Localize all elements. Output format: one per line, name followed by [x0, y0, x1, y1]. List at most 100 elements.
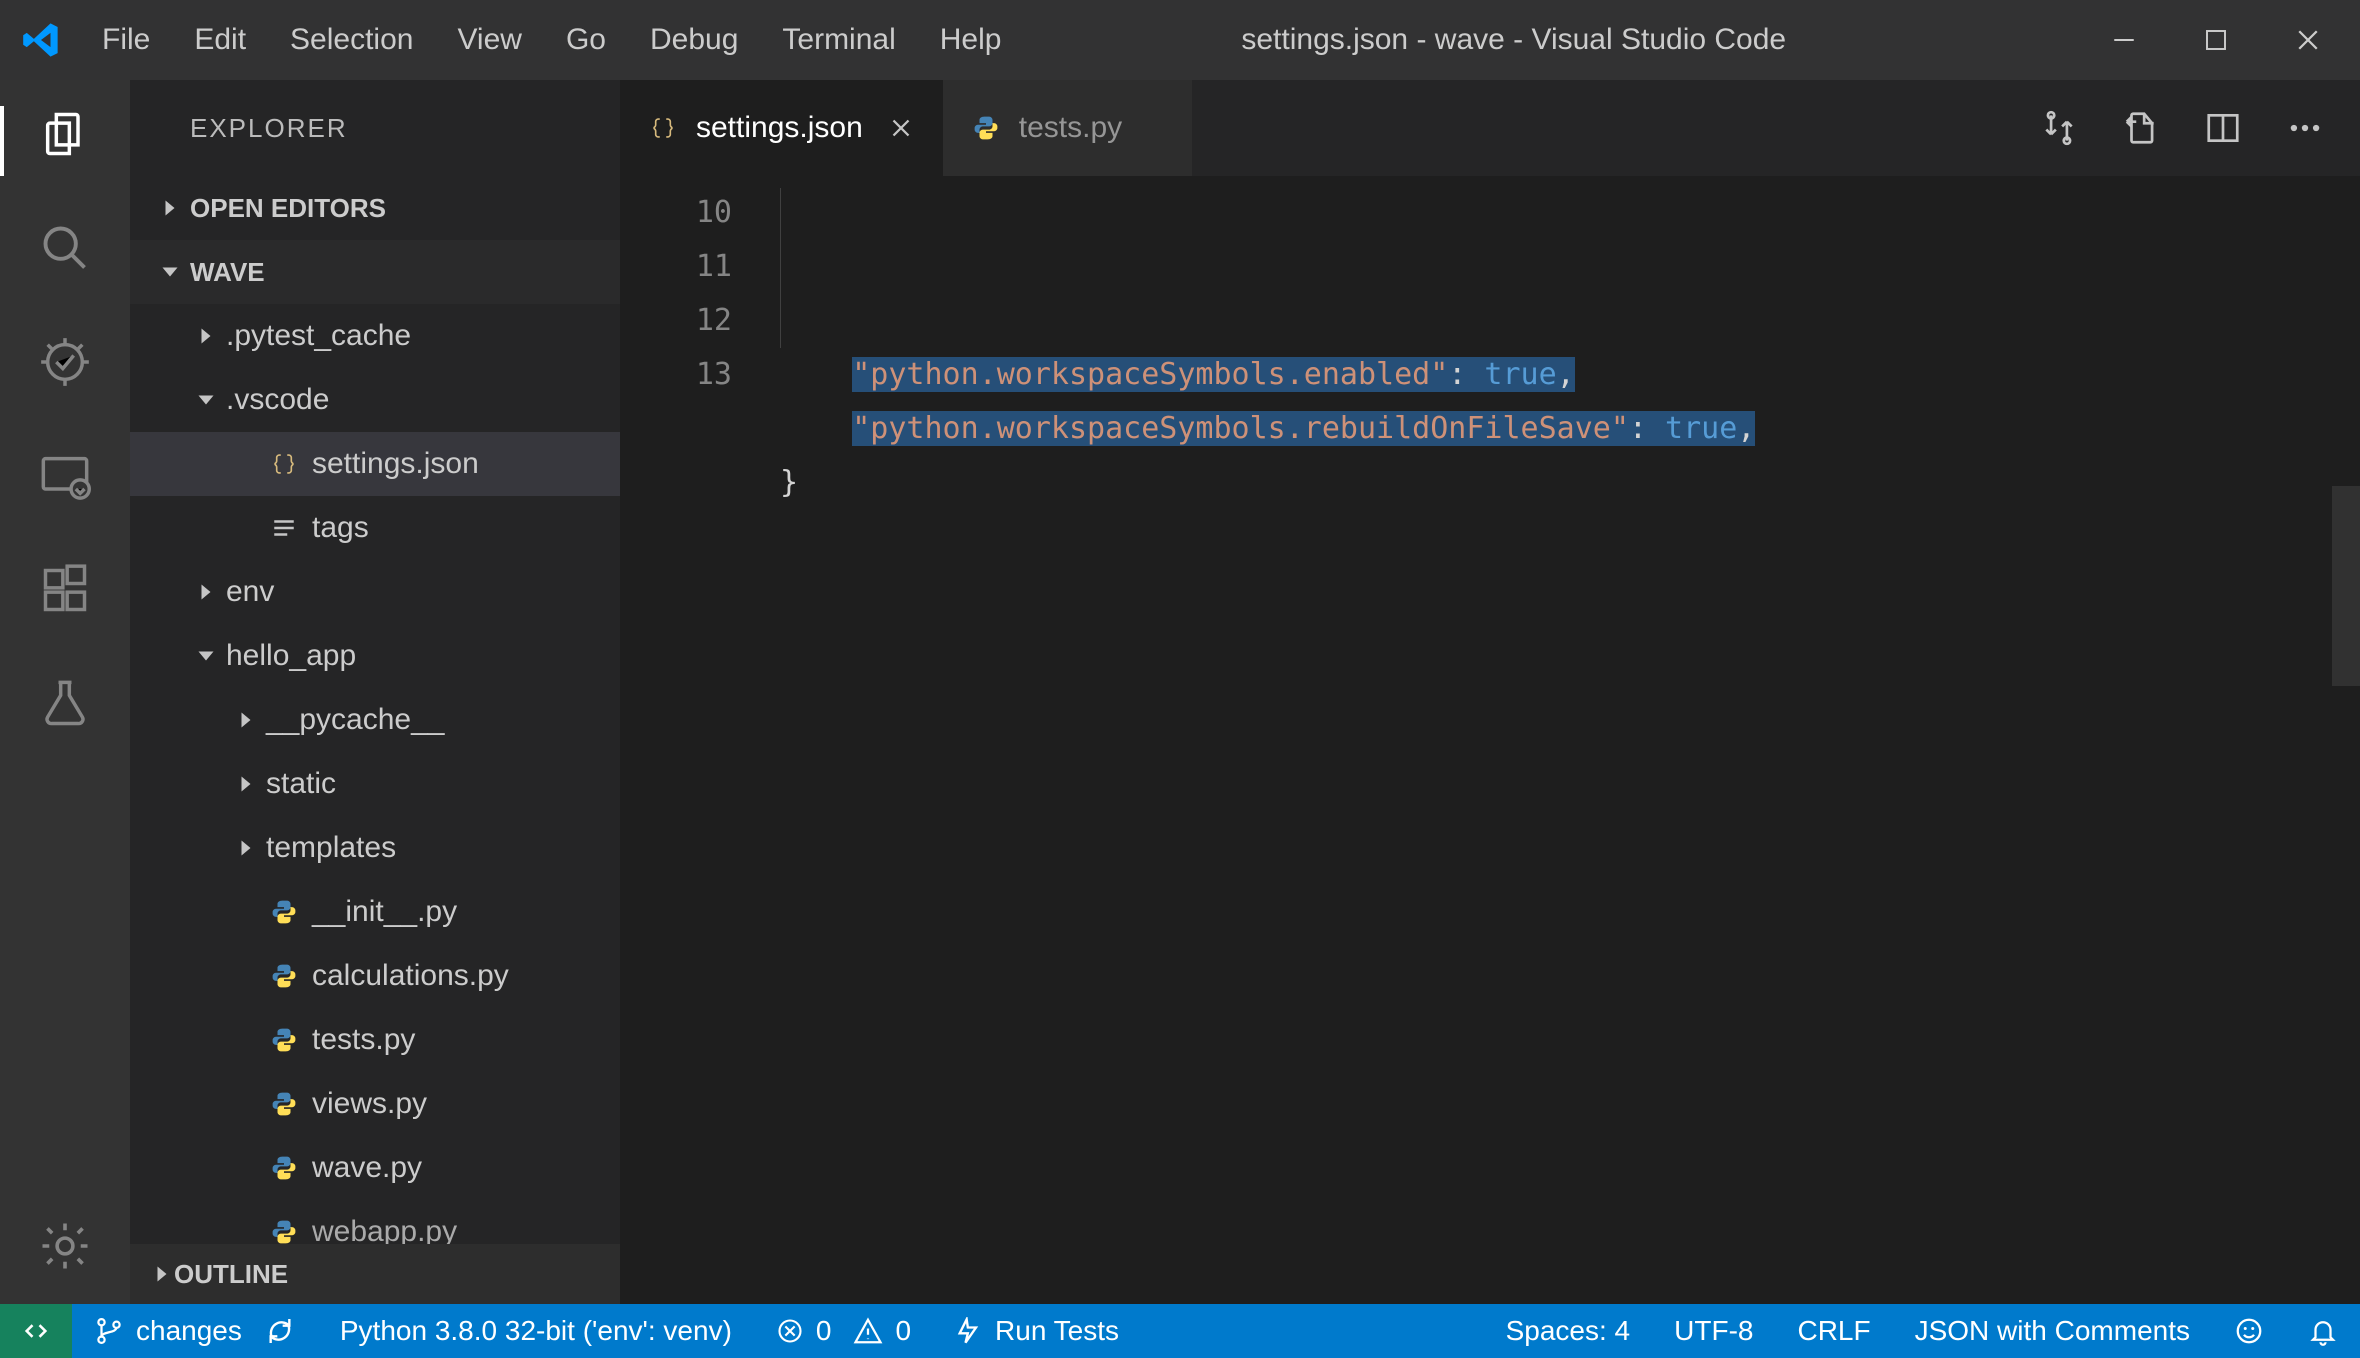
workspace-header[interactable]: WAVE: [130, 240, 620, 304]
settings-gear-icon[interactable]: [37, 1218, 93, 1274]
minimap-slider[interactable]: [2332, 486, 2360, 686]
tree-label: __pycache__: [266, 703, 444, 737]
tree-label: env: [226, 575, 274, 609]
code-line: "python.workspaceSymbols.enabled": true,: [780, 348, 2360, 402]
python-icon: [266, 1027, 302, 1053]
chevron-down-icon: [150, 260, 190, 284]
tree-label: settings.json: [312, 447, 479, 481]
vscode-logo-icon: [22, 21, 60, 59]
menu-go[interactable]: Go: [544, 13, 628, 67]
branch-name: changes: [136, 1315, 242, 1347]
language-mode[interactable]: JSON with Comments: [1893, 1304, 2212, 1358]
git-branch[interactable]: changes: [72, 1304, 264, 1358]
code-line: }: [780, 456, 2360, 510]
editor-tab[interactable]: tests.py: [943, 80, 1192, 176]
problems[interactable]: 0 0: [754, 1304, 933, 1358]
chevron-right-icon: [226, 772, 266, 796]
python-interpreter[interactable]: Python 3.8.0 32-bit ('env': venv): [318, 1304, 754, 1358]
menu-view[interactable]: View: [435, 13, 543, 67]
menu-edit[interactable]: Edit: [172, 13, 268, 67]
minimize-button[interactable]: [2104, 20, 2144, 60]
tree-label: tags: [312, 511, 369, 545]
eol[interactable]: CRLF: [1775, 1304, 1892, 1358]
folder-row[interactable]: __pycache__: [130, 688, 620, 752]
notifications-icon[interactable]: [2286, 1304, 2360, 1358]
file-tree: .pytest_cache .vscode settings.json tags env…: [130, 304, 620, 1244]
open-editors-label: OPEN EDITORS: [190, 193, 386, 224]
line-number: 11: [620, 240, 732, 294]
tree-label: hello_app: [226, 639, 356, 673]
file-row[interactable]: tags: [130, 496, 620, 560]
braces-icon: [266, 451, 302, 477]
folder-row[interactable]: hello_app: [130, 624, 620, 688]
file-row[interactable]: __init__.py: [130, 880, 620, 944]
test-icon[interactable]: [37, 676, 93, 732]
run-tests[interactable]: Run Tests: [933, 1304, 1141, 1358]
folder-row[interactable]: .pytest_cache: [130, 304, 620, 368]
tab-label: settings.json: [696, 111, 863, 145]
python-icon: [266, 899, 302, 925]
tree-label: static: [266, 767, 336, 801]
encoding-label: UTF-8: [1674, 1315, 1753, 1347]
sidebar-title: EXPLORER: [130, 80, 620, 176]
activity-bar: [0, 80, 130, 1304]
language-label: JSON with Comments: [1915, 1315, 2190, 1347]
close-window-button[interactable]: [2288, 20, 2328, 60]
remote-indicator[interactable]: [0, 1304, 72, 1358]
close-tab-icon[interactable]: [889, 116, 913, 140]
tree-label: .pytest_cache: [226, 319, 411, 353]
editor-tab[interactable]: settings.json: [620, 80, 943, 176]
file-row[interactable]: views.py: [130, 1072, 620, 1136]
open-changes-icon[interactable]: [2122, 109, 2160, 147]
split-editor-icon[interactable]: [2204, 109, 2242, 147]
menu-bar: File Edit Selection View Go Debug Termin…: [80, 13, 1023, 67]
code-content[interactable]: "python.workspaceSymbols.enabled": true,…: [780, 176, 2360, 1304]
eol-label: CRLF: [1797, 1315, 1870, 1347]
tree-label: webapp.py: [312, 1215, 457, 1244]
python-icon: [266, 1155, 302, 1181]
compare-changes-icon[interactable]: [2040, 109, 2078, 147]
extensions-icon[interactable]: [37, 562, 93, 618]
line-number: 12: [620, 294, 732, 348]
menu-debug[interactable]: Debug: [628, 13, 760, 67]
maximize-button[interactable]: [2196, 20, 2236, 60]
file-row[interactable]: wave.py: [130, 1136, 620, 1200]
menu-terminal[interactable]: Terminal: [760, 13, 917, 67]
indentation[interactable]: Spaces: 4: [1484, 1304, 1653, 1358]
explorer-icon[interactable]: [37, 106, 93, 162]
menu-selection[interactable]: Selection: [268, 13, 435, 67]
folder-row[interactable]: templates: [130, 816, 620, 880]
code-line: "python.workspaceSymbols.rebuildOnFileSa…: [780, 402, 2360, 456]
debug-icon[interactable]: [37, 334, 93, 390]
open-editors-header[interactable]: OPEN EDITORS: [130, 176, 620, 240]
tree-label: wave.py: [312, 1151, 422, 1185]
outline-header[interactable]: OUTLINE: [130, 1244, 620, 1304]
explorer-sidebar: EXPLORER OPEN EDITORS WAVE .pytest_cache…: [130, 80, 620, 1304]
activity-active-indicator: [0, 106, 4, 176]
folder-row[interactable]: env: [130, 560, 620, 624]
search-icon[interactable]: [37, 220, 93, 276]
file-row[interactable]: calculations.py: [130, 944, 620, 1008]
more-actions-icon[interactable]: [2286, 109, 2324, 147]
feedback-icon[interactable]: [2212, 1304, 2286, 1358]
folder-row[interactable]: .vscode: [130, 368, 620, 432]
menu-file[interactable]: File: [80, 13, 172, 67]
editor-tabs: settings.json tests.py: [620, 80, 2360, 176]
file-row[interactable]: webapp.py: [130, 1200, 620, 1244]
tree-label: __init__.py: [312, 895, 457, 929]
code-area[interactable]: 10111213 "python.workspaceSymbols.enable…: [620, 176, 2360, 1304]
chevron-down-icon: [186, 388, 226, 412]
remote-explorer-icon[interactable]: [37, 448, 93, 504]
tree-label: calculations.py: [312, 959, 509, 993]
file-row[interactable]: tests.py: [130, 1008, 620, 1072]
run-tests-label: Run Tests: [995, 1315, 1119, 1347]
tree-label: templates: [266, 831, 396, 865]
tab-label: tests.py: [1019, 111, 1122, 145]
python-icon: [973, 115, 1003, 141]
file-row[interactable]: settings.json: [130, 432, 620, 496]
line-number: 10: [620, 186, 732, 240]
sync-button[interactable]: [264, 1304, 318, 1358]
folder-row[interactable]: static: [130, 752, 620, 816]
python-icon: [266, 1091, 302, 1117]
encoding[interactable]: UTF-8: [1652, 1304, 1775, 1358]
